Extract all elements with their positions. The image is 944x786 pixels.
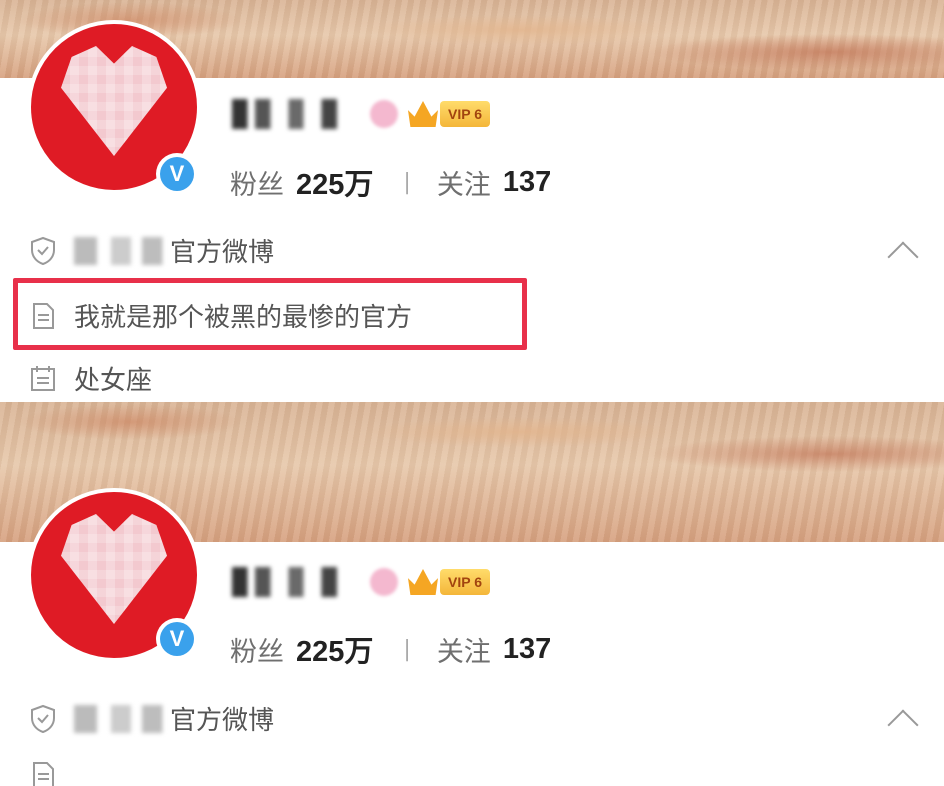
name-row: VIP 6	[232, 567, 490, 597]
verified-badge: V	[156, 618, 198, 660]
calendar-icon	[31, 365, 55, 391]
verified-icon: V	[160, 157, 194, 191]
verification-row[interactable]: 官方微博	[28, 232, 274, 269]
profile-card: V VIP 6 粉丝 225万 | 关注 137 官方微博 我就是那个被黑的最惨…	[0, 0, 944, 402]
gender-icon	[370, 100, 398, 128]
shield-check-icon	[31, 704, 55, 733]
verified-icon: V	[160, 622, 194, 656]
account-name-blurred	[74, 236, 166, 265]
followers-count[interactable]: 225万	[296, 161, 373, 203]
username-blurred	[232, 567, 360, 597]
crown-icon	[408, 101, 438, 127]
followers-count[interactable]: 225万	[296, 628, 373, 670]
official-weibo-label: 官方微博	[170, 706, 275, 736]
document-icon	[33, 762, 54, 786]
description-row	[28, 760, 74, 786]
verification-row[interactable]: 官方微博	[28, 700, 274, 737]
stats-row: 粉丝 225万 | 关注 137	[230, 628, 551, 670]
vip-badge[interactable]: VIP 6	[440, 101, 490, 127]
stats-row: 粉丝 225万 | 关注 137	[230, 161, 551, 203]
profile-card: V VIP 6 粉丝 225万 | 关注 137 官方微博	[0, 402, 944, 786]
chevron-up-icon[interactable]	[887, 241, 919, 273]
stats-separator: |	[403, 169, 411, 195]
verified-badge: V	[156, 153, 198, 195]
gender-icon	[370, 568, 398, 596]
shield-check-icon	[31, 236, 55, 265]
account-name-blurred	[74, 704, 166, 733]
following-label[interactable]: 关注	[437, 163, 491, 202]
vip-badge[interactable]: VIP 6	[440, 569, 490, 595]
following-count[interactable]: 137	[503, 633, 551, 666]
following-label[interactable]: 关注	[437, 630, 491, 669]
username-blurred	[232, 99, 360, 129]
crown-icon	[408, 569, 438, 595]
name-row: VIP 6	[232, 99, 490, 129]
zodiac-row: 处女座	[28, 360, 152, 397]
heart-logo-icon	[61, 46, 167, 156]
following-count[interactable]: 137	[503, 166, 551, 199]
chevron-up-icon[interactable]	[887, 709, 919, 741]
followers-label[interactable]: 粉丝	[230, 163, 284, 202]
followers-label[interactable]: 粉丝	[230, 630, 284, 669]
official-weibo-label: 官方微博	[170, 238, 275, 268]
heart-logo-icon	[61, 514, 167, 624]
highlight-box	[13, 278, 527, 350]
zodiac-label: 处女座	[74, 366, 153, 396]
stats-separator: |	[403, 636, 411, 662]
